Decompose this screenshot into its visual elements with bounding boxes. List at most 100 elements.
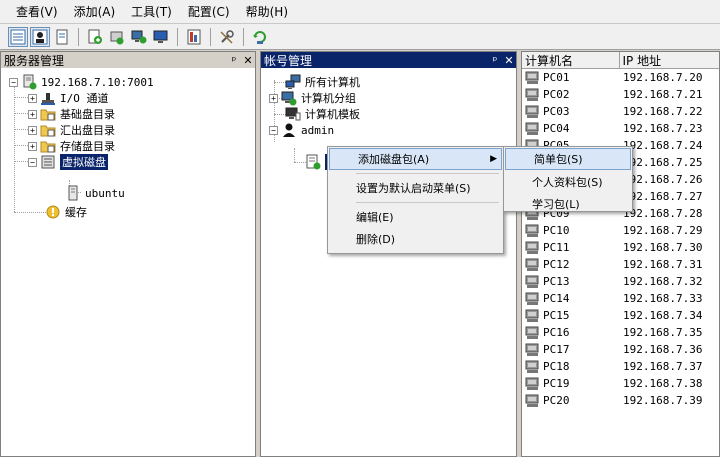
menu-item-label: 个人资料包(S) — [532, 176, 603, 189]
refresh-icon[interactable] — [250, 27, 270, 47]
expand-toggle[interactable]: + — [28, 93, 37, 103]
menu-item-add-disk-package[interactable]: 添加磁盘包(A) ▶ — [329, 148, 502, 170]
add-disk-icon[interactable] — [107, 27, 127, 47]
expand-toggle[interactable]: + — [28, 141, 37, 151]
monitor-icon[interactable] — [151, 27, 171, 47]
user-view-icon[interactable] — [30, 26, 50, 47]
tree-label: 汇出盘目录 — [60, 124, 115, 137]
table-row[interactable]: PC15 192.168.7.34 — [522, 307, 719, 324]
tree-node-io[interactable]: + I/O 通道 — [28, 90, 109, 106]
computer-icon — [525, 394, 541, 408]
table-row[interactable]: PC19 192.168.7.38 — [522, 375, 719, 392]
table-row[interactable]: PC16 192.168.7.35 — [522, 324, 719, 341]
expand-toggle[interactable]: + — [28, 109, 37, 119]
menu-tools[interactable]: 工具(T) — [123, 1, 180, 22]
table-row[interactable]: PC12 192.168.7.31 — [522, 256, 719, 273]
tree-label: 存储盘目录 — [60, 140, 115, 153]
document-icon[interactable] — [52, 27, 72, 47]
computer-name: PC01 — [543, 71, 570, 84]
submenu-item-profile-package[interactable]: 个人资料包(S) — [504, 171, 632, 193]
tree-node-computer-groups[interactable]: + 计算机分组 — [269, 90, 356, 106]
computer-name: PC02 — [543, 88, 570, 101]
settings-panel-icon[interactable] — [184, 27, 204, 47]
collapse-toggle[interactable]: − — [9, 77, 18, 87]
table-row[interactable]: PC02 192.168.7.21 — [522, 86, 719, 103]
pin-icon[interactable]: ᵖ — [227, 54, 241, 67]
computer-name-cell: PC18 — [522, 360, 620, 374]
table-row[interactable]: PC04 192.168.7.23 — [522, 120, 719, 137]
table-row[interactable]: PC20 192.168.7.39 — [522, 392, 719, 409]
computer-name: PC04 — [543, 122, 570, 135]
submenu-arrow-icon: ▶ — [490, 154, 497, 164]
table-row[interactable]: PC17 192.168.7.36 — [522, 341, 719, 358]
table-row[interactable]: PC01 192.168.7.20 — [522, 69, 719, 86]
tree-node-admin[interactable]: − admin — [269, 122, 334, 138]
ip-address-cell: 192.168.7.22 — [623, 105, 703, 118]
server-online-icon — [21, 74, 37, 90]
menu-help[interactable]: 帮助(H) — [238, 1, 296, 22]
computer-name: PC17 — [543, 343, 570, 356]
computer-name: PC16 — [543, 326, 570, 339]
pin-icon[interactable]: ᵖ — [488, 54, 502, 67]
menu-view[interactable]: 查看(V) — [8, 1, 66, 22]
computer-add-icon[interactable] — [129, 27, 149, 47]
tree-label: 计算机分组 — [301, 92, 356, 105]
computer-icon — [525, 122, 541, 136]
tree-node-base-disk[interactable]: + 基础盘目录 — [28, 106, 115, 122]
computer-name-cell: PC04 — [522, 122, 620, 136]
computer-name-cell: PC14 — [522, 292, 620, 306]
tree-node-virtual-disk[interactable]: − 虚拟磁盘 — [28, 154, 108, 170]
tree-label: admin — [301, 123, 335, 137]
computer-icon — [525, 326, 541, 340]
menu-bar: 查看(V) 添加(A) 工具(T) 配置(C) 帮助(H) — [0, 0, 720, 24]
tree-node-export-disk[interactable]: + 汇出盘目录 — [28, 122, 115, 138]
menu-config[interactable]: 配置(C) — [180, 1, 238, 22]
menu-item-label: 删除(D) — [356, 233, 396, 246]
menu-item-edit[interactable]: 编辑(E) — [328, 206, 503, 228]
tree-node-ubuntu[interactable]: ubuntu — [65, 185, 125, 201]
close-icon[interactable]: ✕ — [502, 54, 516, 67]
computer-name: PC20 — [543, 394, 570, 407]
ip-address-cell: 192.168.7.38 — [623, 377, 703, 390]
column-header-name[interactable]: 计算机名 — [522, 52, 620, 68]
column-header-ip[interactable]: IP 地址 — [620, 52, 719, 68]
menu-item-delete[interactable]: 删除(D) — [328, 228, 503, 250]
table-row[interactable]: PC14 192.168.7.33 — [522, 290, 719, 307]
menu-separator — [356, 202, 499, 203]
computer-icon — [525, 360, 541, 374]
collapse-toggle[interactable]: − — [269, 125, 278, 135]
view-list-icon[interactable] — [8, 26, 28, 47]
menu-item-label: 简单包(S) — [534, 153, 583, 166]
computer-name-cell: PC15 — [522, 309, 620, 323]
table-row[interactable]: PC10 192.168.7.29 — [522, 222, 719, 239]
tree-node-storage-disk[interactable]: + 存储盘目录 — [28, 138, 115, 154]
tree-node-server[interactable]: − 192.168.7.10:7001 — [9, 74, 154, 90]
table-row[interactable]: PC03 192.168.7.22 — [522, 103, 719, 120]
computer-name-cell: PC19 — [522, 377, 620, 391]
virtual-disk-icon — [40, 154, 56, 170]
tools-icon[interactable] — [217, 27, 237, 47]
submenu-item-simple-package[interactable]: 简单包(S) — [505, 148, 631, 170]
submenu-item-study-package[interactable]: 学习包(L) — [504, 193, 632, 215]
menu-item-label: 设置为默认启动菜单(S) — [356, 182, 471, 195]
disk-image-icon — [65, 185, 81, 201]
submenu: 简单包(S) 个人资料包(S) 学习包(L) — [503, 146, 633, 212]
computer-name-cell: PC13 — [522, 275, 620, 289]
computer-icon — [525, 275, 541, 289]
ip-address-cell: 192.168.7.34 — [623, 309, 703, 322]
close-icon[interactable]: ✕ — [241, 54, 255, 67]
table-row[interactable]: PC13 192.168.7.32 — [522, 273, 719, 290]
add-green-icon[interactable] — [85, 27, 105, 47]
table-row[interactable]: PC18 192.168.7.37 — [522, 358, 719, 375]
tree-node-all-computers[interactable]: 所有计算机 — [285, 74, 360, 90]
tree-node-computer-template[interactable]: 计算机模板 — [285, 106, 360, 122]
collapse-toggle[interactable]: − — [28, 157, 37, 167]
table-row[interactable]: PC11 192.168.7.30 — [522, 239, 719, 256]
menu-item-set-default-boot[interactable]: 设置为默认启动菜单(S) — [328, 177, 503, 199]
menu-add[interactable]: 添加(A) — [66, 1, 124, 22]
expand-toggle[interactable]: + — [269, 93, 278, 103]
expand-toggle[interactable]: + — [28, 125, 37, 135]
computer-icon — [525, 309, 541, 323]
computer-name: PC14 — [543, 292, 570, 305]
tree-node-cache[interactable]: 缓存 — [45, 204, 87, 220]
